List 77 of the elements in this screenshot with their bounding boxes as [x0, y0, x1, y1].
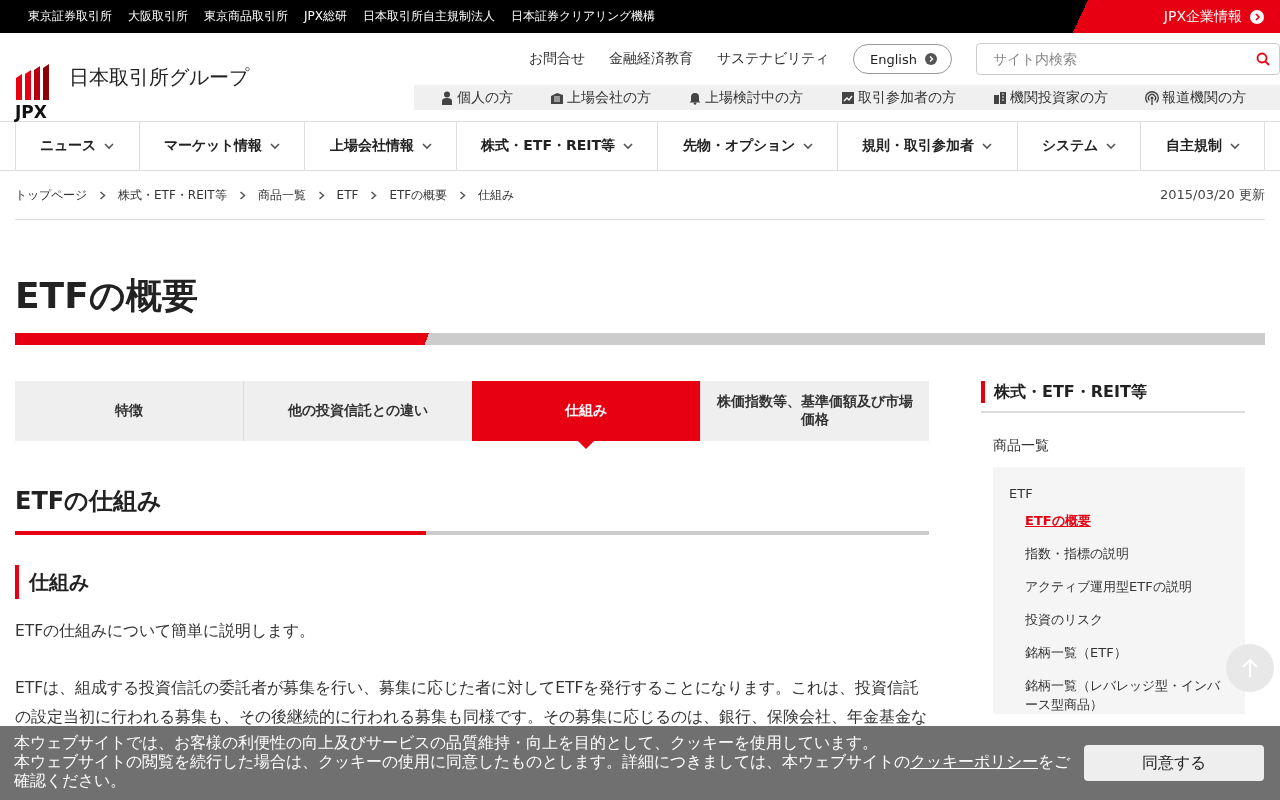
- breadcrumb-link[interactable]: ETF: [336, 188, 359, 202]
- nav-menu-item[interactable]: 上場会社情報: [304, 122, 456, 170]
- sidebar-link[interactable]: 投資のリスク: [1025, 610, 1103, 629]
- nav-menu-item[interactable]: 株式・ETF・REIT等: [455, 122, 658, 170]
- building-icon: [550, 90, 565, 105]
- cookie-notice: 本ウェブサイトでは、お客様の利便性の向上及びサービスの品質維持・向上を目的として、クッキーを使用しています。 本ウェブサイトの閲覧を続行した場合は、クッキーの使用に同意したものとします。詳細につきましては、本ウェブサイトのクッキーポリシーをご確認ください。: [14, 734, 1071, 791]
- audience-link[interactable]: 機関投資家の方: [992, 88, 1108, 107]
- chevron-right-icon: [99, 190, 106, 200]
- logo-text: JPX: [15, 104, 47, 121]
- top-bar-link[interactable]: 日本証券クリアリング機構: [511, 8, 655, 25]
- audience-link[interactable]: 取引参加者の方: [840, 88, 956, 107]
- page-title: ETFの概要: [15, 274, 199, 318]
- utility-link[interactable]: サステナビリティ: [717, 50, 830, 68]
- top-bar-link[interactable]: 日本取引所自主規制法人: [363, 8, 495, 25]
- breadcrumb-link[interactable]: トップページ: [15, 186, 87, 204]
- paragraph: ETFの仕組みについて簡単に説明します。: [15, 621, 317, 642]
- language-button[interactable]: English: [853, 44, 952, 74]
- sidebar-link[interactable]: ETFの概要: [1025, 511, 1091, 530]
- paragraph: ETFは、組成する投資信託の委託者が募集を行い、募集に応じた者に対してETFを発行することになります。これは、投資信託の設定当初に行われる募集も、その後継続的に行われる募集も同様です。その募集に応じるのは、銀行、保険会社、年金基金な: [15, 678, 928, 728]
- section-title: ETFの仕組み: [15, 486, 164, 517]
- chevron-down-icon: [270, 142, 280, 150]
- nav-menu-item[interactable]: マーケット情報: [138, 122, 305, 170]
- audience-link[interactable]: 報道機関の方: [1144, 88, 1246, 107]
- accept-button[interactable]: 同意する: [1084, 745, 1264, 781]
- updated-date: 2015/03/20 更新: [1159, 186, 1265, 204]
- person-icon: [440, 90, 454, 105]
- subsection-title: 仕組み: [15, 565, 929, 599]
- top-bar-link[interactable]: JPX総研: [304, 8, 347, 25]
- nav-menu-item[interactable]: 自主規制: [1140, 122, 1266, 170]
- audience-link[interactable]: 上場会社の方: [550, 88, 652, 107]
- office-building-icon: [992, 90, 1007, 105]
- chevron-right-icon: [238, 190, 246, 200]
- top-bar-link[interactable]: 大阪取引所: [128, 8, 188, 25]
- search-field[interactable]: サイト内検索: [976, 43, 1280, 75]
- chevron-down-icon: [421, 142, 432, 150]
- chevron-down-icon: [104, 142, 115, 150]
- chart-icon: [840, 90, 855, 105]
- tab-pointer: [578, 441, 595, 449]
- top-bar-link[interactable]: 東京商品取引所: [204, 8, 288, 25]
- sidebar-link[interactable]: ETF: [1009, 486, 1033, 501]
- sidebar-link[interactable]: アクティブ運用型ETFの説明: [1025, 577, 1192, 596]
- company-name: 日本取引所グループ: [69, 64, 249, 91]
- breadcrumb-link[interactable]: 仕組み: [478, 186, 515, 204]
- sidebar-title: 株式・ETF・REIT等: [981, 381, 1245, 403]
- arrow-circle-icon: [925, 53, 937, 65]
- arrow-circle-icon: [1250, 9, 1264, 24]
- cookie-policy-link[interactable]: クッキーポリシー: [910, 753, 1038, 771]
- sidebar-link[interactable]: 銘柄一覧（レバレッジ型・インバース型商品）: [1025, 676, 1221, 714]
- sidebar-link[interactable]: 商品一覧: [993, 437, 1049, 455]
- chevron-down-icon: [982, 142, 993, 150]
- breadcrumb-link[interactable]: ETFの概要: [389, 186, 448, 204]
- top-bar-link[interactable]: 東京証券取引所: [28, 8, 112, 25]
- chevron-right-icon: [370, 190, 378, 200]
- nav-menu-item[interactable]: システム: [1016, 122, 1141, 170]
- utility-link[interactable]: 金融経済教育: [609, 50, 694, 68]
- chevron-down-icon: [802, 142, 813, 150]
- tab[interactable]: 特徴: [15, 381, 243, 441]
- audience-link[interactable]: 個人の方: [440, 88, 513, 107]
- audience-link[interactable]: 上場検討中の方: [688, 88, 804, 107]
- sidebar-link[interactable]: 銘柄一覧（ETF）: [1025, 643, 1127, 662]
- chevron-down-icon: [623, 142, 634, 150]
- chevron-down-icon: [1229, 142, 1240, 150]
- nav-menu-item[interactable]: 先物・オプション: [657, 122, 838, 170]
- breadcrumb-link[interactable]: 商品一覧: [257, 186, 306, 204]
- breadcrumb-link[interactable]: 株式・ETF・REIT等: [118, 186, 227, 204]
- tab[interactable]: 株価指数等、基準価額及び市場価格: [700, 381, 929, 441]
- bell-icon: [688, 90, 703, 105]
- chevron-down-icon: [1106, 142, 1117, 150]
- utility-link[interactable]: お問合せ: [529, 50, 586, 68]
- nav-menu-item[interactable]: ニュース: [15, 122, 139, 170]
- chevron-right-icon: [317, 190, 325, 200]
- search-icon[interactable]: [1256, 52, 1270, 66]
- sidebar-link[interactable]: 指数・指標の説明: [1025, 544, 1129, 563]
- chevron-right-icon: [459, 190, 467, 200]
- nav-menu-item[interactable]: 規則・取引参加者: [837, 122, 1017, 170]
- broadcast-icon: [1144, 90, 1159, 105]
- tab[interactable]: 他の投資信託との違い: [242, 381, 472, 441]
